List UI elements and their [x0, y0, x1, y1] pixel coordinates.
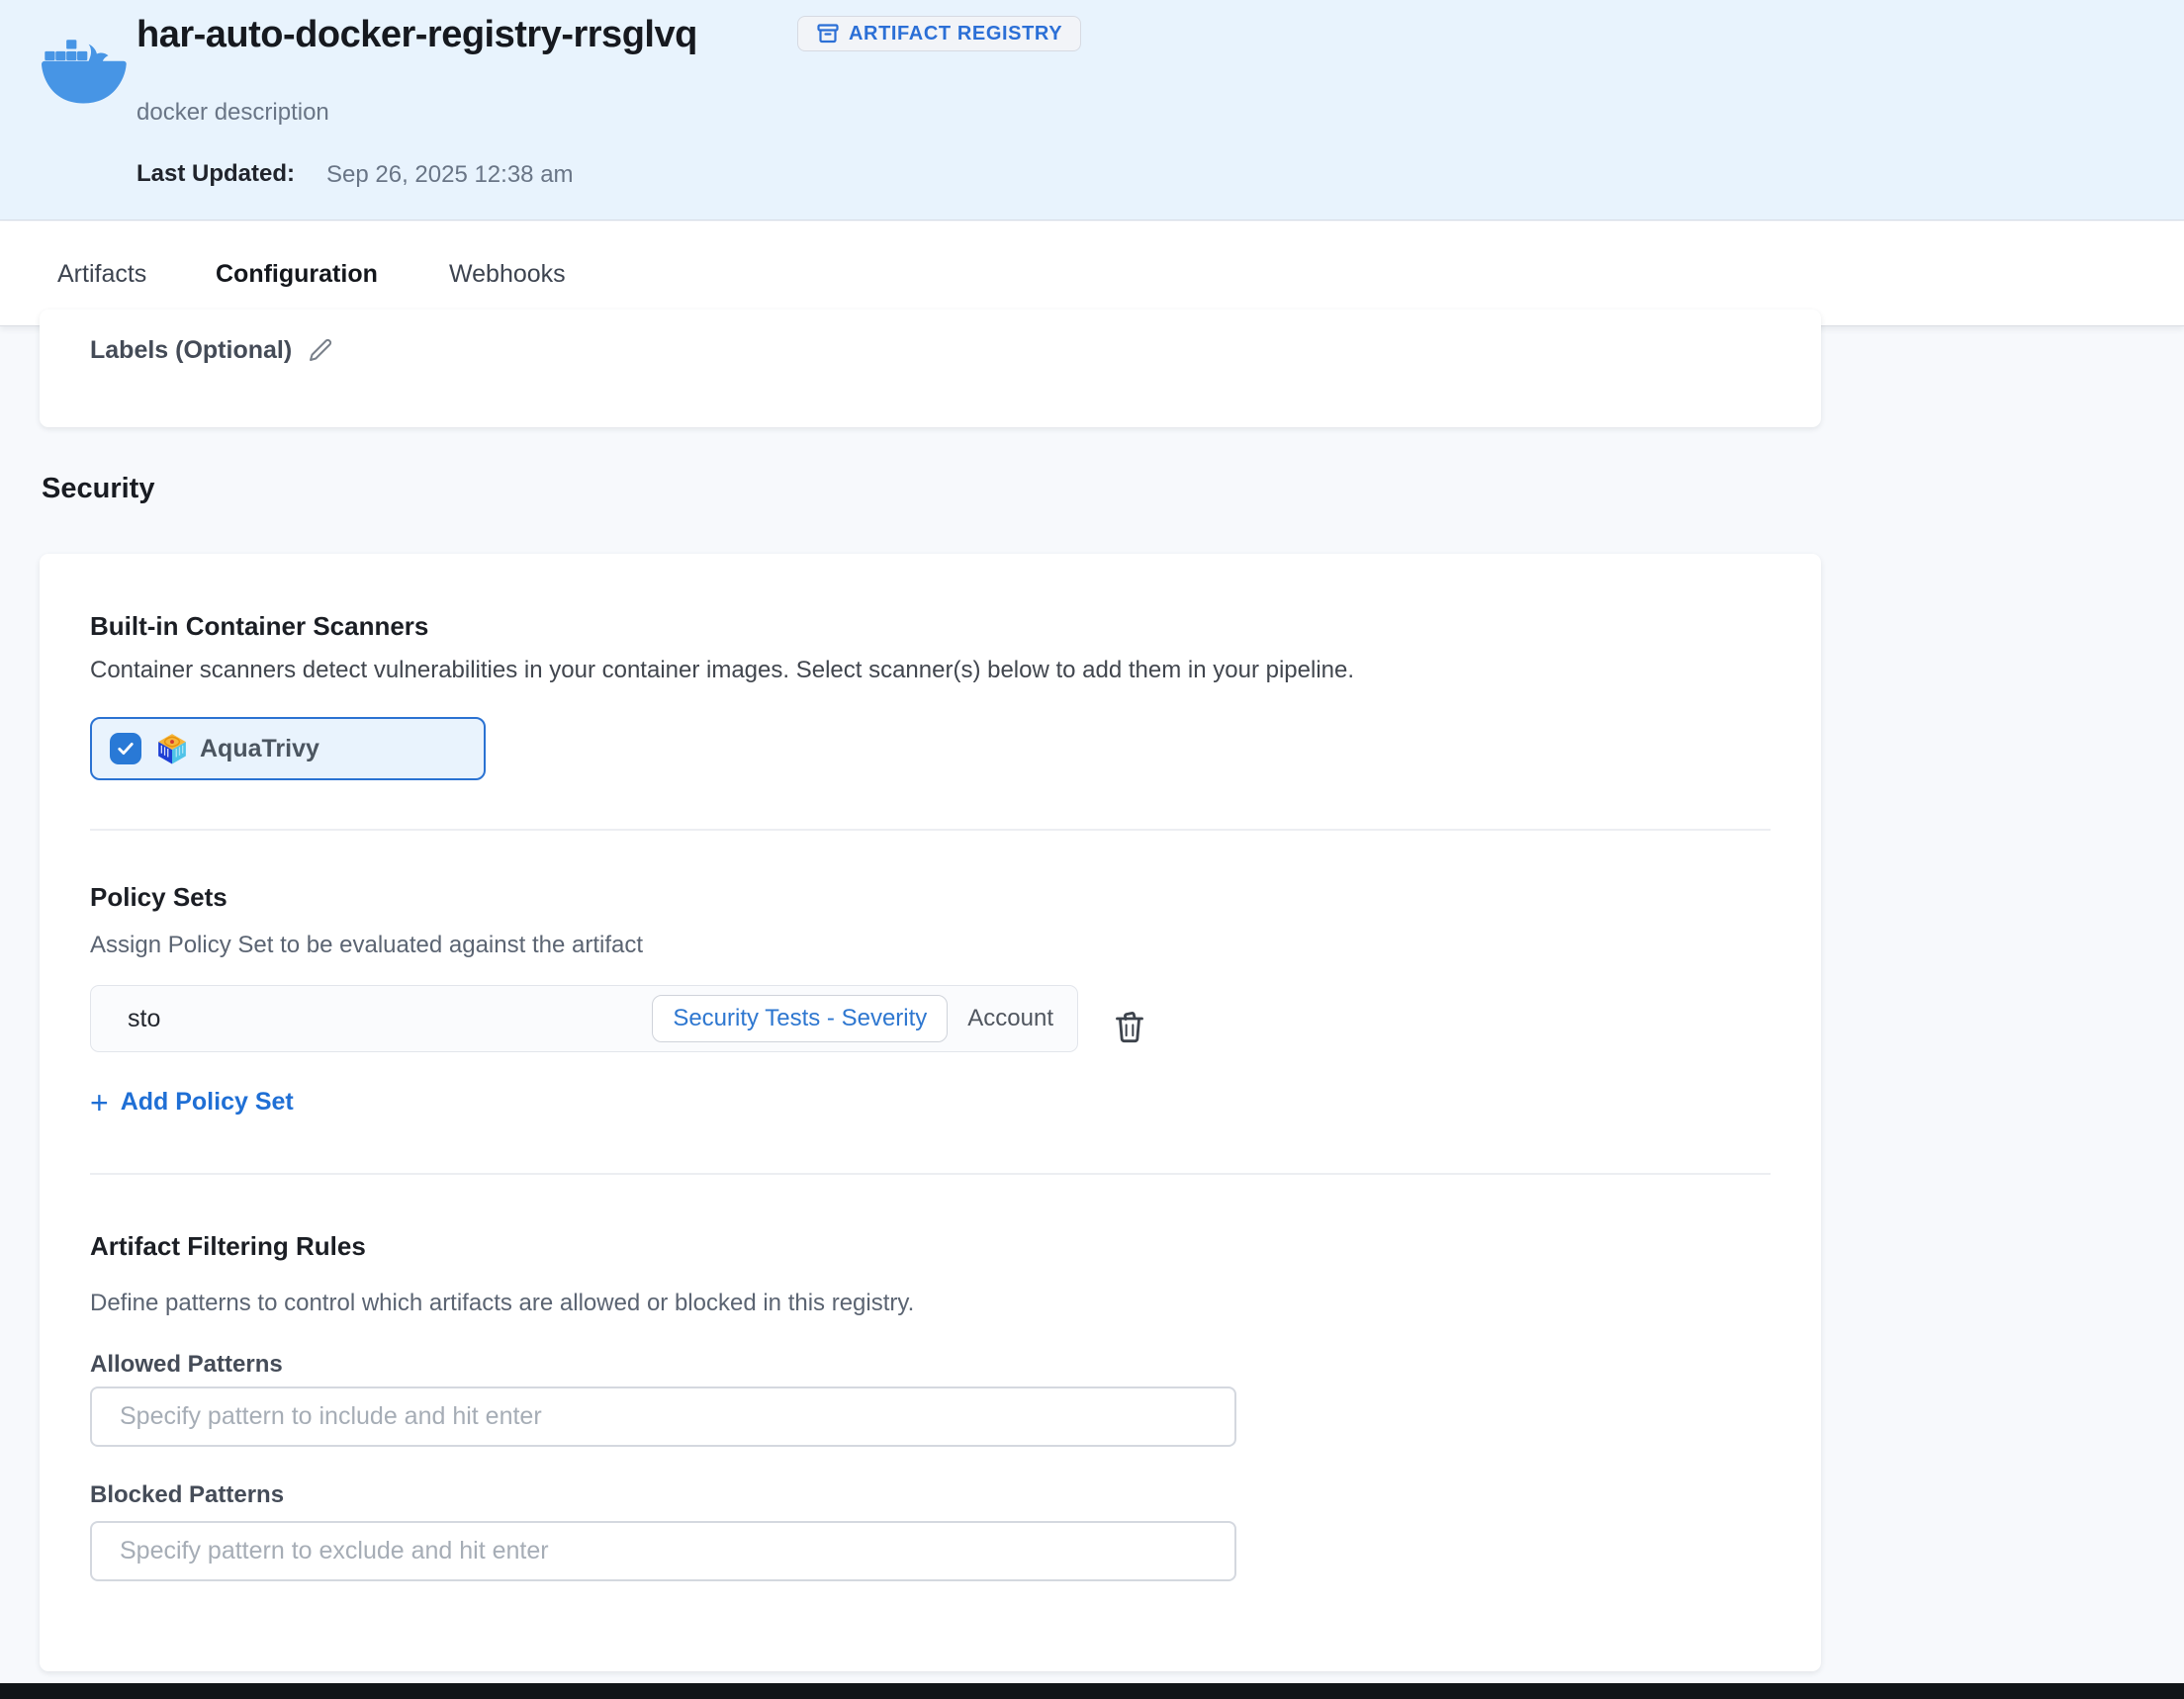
tab-configuration-label: Configuration — [216, 260, 378, 289]
policy-set-tag-label: Security Tests - Severity — [673, 1005, 927, 1032]
aquatrivy-checkbox[interactable] — [110, 733, 141, 764]
registry-description: docker description — [136, 99, 329, 127]
delete-policy-set-icon[interactable] — [1110, 1007, 1149, 1046]
policy-set-name: sto — [128, 1005, 160, 1033]
security-section-title: Security — [42, 473, 154, 505]
plus-icon: + — [90, 1089, 109, 1117]
checkmark-icon — [116, 739, 136, 759]
page-title: har-auto-docker-registry-rrsglvq — [136, 14, 697, 56]
scanner-aquatrivy-tile[interactable]: AquaTrivy — [90, 717, 486, 780]
divider — [90, 829, 1771, 831]
filtering-title: Artifact Filtering Rules — [90, 1231, 366, 1262]
policy-sets-title: Policy Sets — [90, 882, 228, 913]
page-header: har-auto-docker-registry-rrsglvq ARTIFAC… — [0, 0, 2184, 221]
docker-logo-icon — [42, 34, 127, 115]
allowed-patterns-label: Allowed Patterns — [90, 1351, 283, 1379]
blocked-patterns-input[interactable] — [90, 1521, 1236, 1581]
aquatrivy-icon — [156, 733, 188, 764]
archive-box-icon — [816, 22, 840, 45]
policy-set-tag[interactable]: Security Tests - Severity — [652, 995, 948, 1042]
policy-sets-description: Assign Policy Set to be evaluated agains… — [90, 932, 643, 959]
policy-set-row[interactable]: sto Security Tests - Severity Account — [90, 985, 1078, 1052]
last-updated-value: Sep 26, 2025 12:38 am — [326, 161, 574, 189]
scanners-description: Container scanners detect vulnerabilitie… — [90, 657, 1354, 684]
filtering-description: Define patterns to control which artifac… — [90, 1290, 914, 1317]
add-policy-set-label: Add Policy Set — [121, 1088, 294, 1117]
scanners-title: Built-in Container Scanners — [90, 611, 428, 642]
tab-webhooks-label: Webhooks — [449, 260, 566, 289]
aquatrivy-label: AquaTrivy — [200, 735, 319, 763]
last-updated-label: Last Updated: — [136, 160, 295, 188]
bottom-bar — [0, 1683, 2184, 1699]
policy-set-scope: Account — [967, 1005, 1061, 1032]
tab-artifacts-label: Artifacts — [57, 260, 146, 289]
blocked-patterns-label: Blocked Patterns — [90, 1481, 284, 1509]
edit-pencil-icon[interactable] — [306, 335, 335, 365]
registry-type-badge: ARTIFACT REGISTRY — [797, 16, 1081, 51]
registry-badge-label: ARTIFACT REGISTRY — [849, 23, 1062, 45]
security-card: Built-in Container Scanners Container sc… — [40, 554, 1821, 1671]
labels-card: Labels (Optional) — [40, 310, 1821, 427]
labels-optional-title: Labels (Optional) — [90, 336, 292, 365]
add-policy-set-button[interactable]: + Add Policy Set — [90, 1088, 294, 1117]
allowed-patterns-input[interactable] — [90, 1386, 1236, 1447]
divider — [90, 1173, 1771, 1175]
